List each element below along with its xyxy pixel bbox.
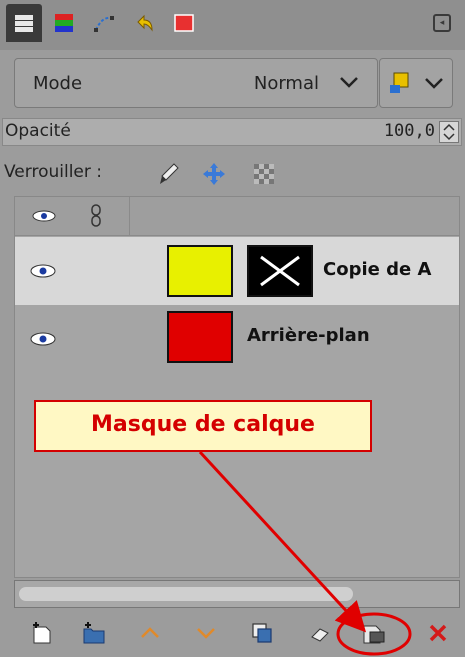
chevron-down-icon — [340, 77, 358, 88]
opacity-value: 100,0 — [383, 121, 435, 141]
new-layer-button[interactable] — [26, 618, 58, 648]
duplicate-icon — [252, 623, 272, 643]
mode-label: Mode — [33, 73, 83, 94]
lock-pixels-button[interactable] — [154, 160, 182, 188]
lock-label: Verrouiller : — [4, 162, 102, 182]
annotation-callout: Masque de calque — [34, 400, 372, 452]
colormap-tab-icon — [174, 14, 194, 32]
delete-x-icon — [429, 624, 447, 642]
delete-layer-button[interactable] — [422, 618, 454, 648]
new-layer-group-button[interactable] — [78, 618, 110, 648]
layer-mask-thumbnail[interactable] — [247, 245, 313, 297]
tab-paths[interactable] — [86, 4, 122, 42]
eye-icon[interactable] — [29, 263, 57, 279]
chevron-down-icon — [197, 628, 215, 639]
tab-channels[interactable] — [46, 4, 82, 42]
move-arrows-icon — [203, 163, 225, 185]
eraser-icon — [311, 628, 329, 642]
folder-plus-icon — [83, 622, 105, 644]
anchor-layer-button[interactable] — [304, 618, 336, 648]
horizontal-scrollbar[interactable] — [14, 580, 460, 608]
opacity-label: Opacité — [5, 121, 71, 141]
scrollbar-thumb[interactable] — [19, 587, 353, 601]
layers-toolbar — [0, 610, 465, 657]
layer-thumbnail[interactable] — [167, 311, 233, 363]
layer-name[interactable]: Arrière-plan — [247, 325, 370, 346]
tab-undo-history[interactable] — [126, 4, 162, 42]
lock-alpha-button[interactable] — [250, 160, 278, 188]
raise-layer-button[interactable] — [134, 618, 166, 648]
spin-arrows-icon — [443, 123, 455, 141]
dock-tab-bar: ◂ — [0, 0, 465, 50]
layers-list-header — [15, 197, 459, 236]
paths-tab-icon — [94, 16, 114, 32]
lower-layer-button[interactable] — [190, 618, 222, 648]
undo-history-tab-icon — [137, 14, 153, 32]
mode-value: Normal — [253, 73, 319, 94]
composite-mode-button[interactable] — [379, 58, 453, 108]
mode-select[interactable]: Mode Normal — [14, 58, 378, 108]
mask-cross-icon — [260, 255, 300, 287]
layers-list[interactable]: Copie de A Arrière-plan — [14, 196, 460, 578]
chevron-up-icon — [141, 627, 159, 638]
duplicate-layer-button[interactable] — [246, 618, 278, 648]
layer-mask-icon — [363, 625, 385, 644]
eye-icon[interactable] — [29, 331, 57, 347]
layer-row[interactable]: Copie de A — [15, 237, 459, 305]
tab-menu-icon: ◂ — [439, 18, 445, 28]
channels-tab-icon — [55, 14, 73, 32]
composite-mode-icon — [390, 72, 443, 93]
layers-tab-icon — [15, 15, 33, 32]
layer-thumbnail[interactable] — [167, 245, 233, 297]
layer-name[interactable]: Copie de A — [323, 259, 431, 280]
chain-link-icon[interactable] — [87, 203, 105, 229]
tab-colormap[interactable] — [166, 4, 202, 42]
add-layer-mask-button[interactable] — [358, 618, 390, 648]
layer-row[interactable]: Arrière-plan — [15, 305, 459, 373]
paintbrush-icon — [160, 163, 179, 184]
checkerboard-icon — [254, 164, 274, 184]
opacity-slider[interactable]: Opacité 100,0 — [2, 118, 462, 146]
tab-menu-button[interactable]: ◂ — [433, 14, 451, 32]
annotation-label: Masque de calque — [91, 412, 315, 437]
visibility-column-eye-icon[interactable] — [31, 209, 57, 223]
lock-position-button[interactable] — [200, 160, 228, 188]
header-divider — [129, 197, 130, 235]
tab-layers[interactable] — [6, 4, 42, 42]
opacity-spin-button[interactable] — [439, 121, 459, 143]
new-layer-icon — [33, 622, 51, 644]
